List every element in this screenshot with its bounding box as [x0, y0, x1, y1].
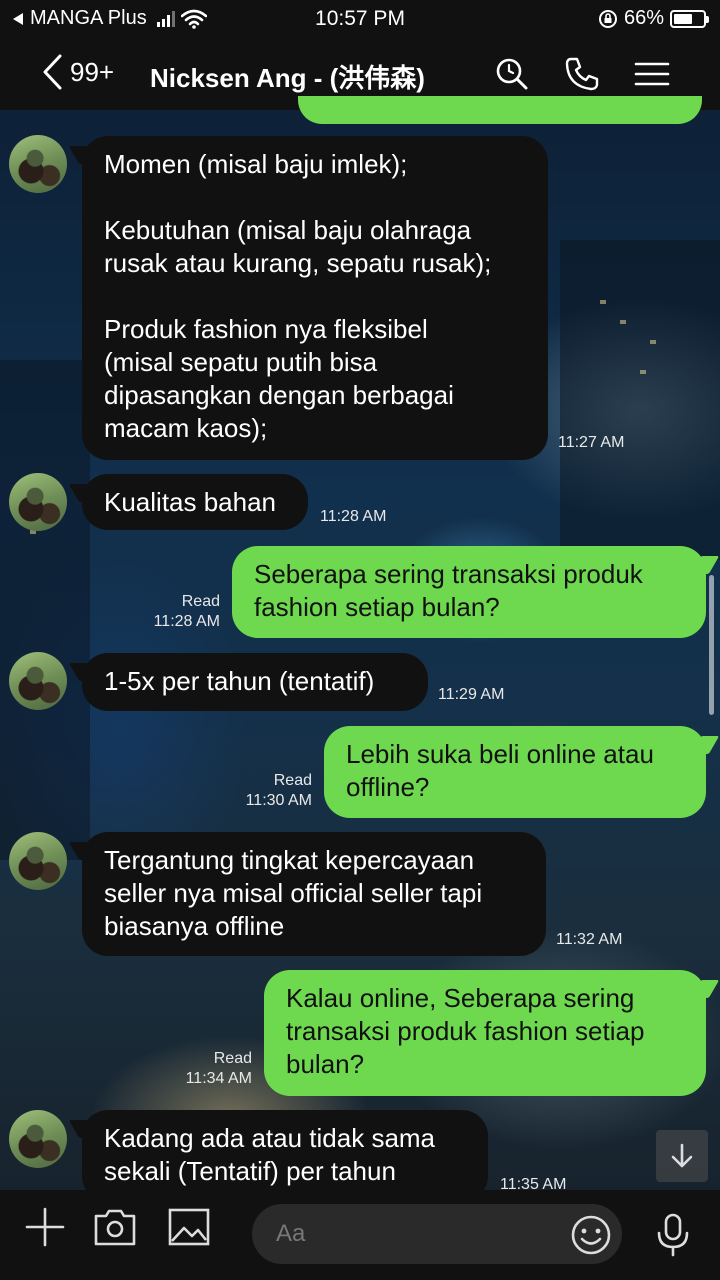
message-time: 11:34 AM — [185, 1070, 252, 1087]
avatar[interactable] — [9, 1110, 67, 1168]
menu-button[interactable] — [632, 54, 672, 94]
message-input[interactable]: Aa — [252, 1204, 622, 1264]
message-time: 11:32 AM — [556, 931, 623, 948]
add-button[interactable] — [22, 1204, 68, 1250]
chat-screen: MANGA Plus 10:57 PM 66% 99+ Nicksen Ang … — [0, 0, 720, 1280]
orientation-lock-icon — [598, 9, 617, 28]
search-button[interactable] — [492, 54, 532, 94]
status-bar: MANGA Plus 10:57 PM 66% — [0, 0, 720, 40]
call-button[interactable] — [562, 54, 602, 94]
message-meta: Read 11:34 AM — [152, 1049, 252, 1089]
outgoing-bubble[interactable]: Lebih suka beli online atau offline? — [324, 726, 706, 818]
incoming-bubble[interactable]: Tergantung tingkat kepercayaan seller ny… — [82, 832, 546, 956]
battery-fill — [674, 13, 693, 24]
read-receipt: Read — [181, 593, 220, 610]
read-receipt: Read — [273, 772, 312, 789]
battery-icon — [670, 9, 709, 28]
arrow-down-icon — [671, 1143, 693, 1168]
camera-button[interactable] — [92, 1204, 138, 1250]
avatar[interactable] — [9, 473, 67, 531]
camera-icon — [94, 1209, 136, 1246]
message-time: 11:28 AM — [320, 508, 387, 525]
chat-title[interactable]: Nicksen Ang - (洪伟森) — [150, 58, 425, 95]
battery-percent: 66% — [623, 7, 664, 29]
microphone-icon — [657, 1213, 689, 1257]
message-time: 11:29 AM — [438, 686, 505, 703]
message-time: 11:28 AM — [153, 613, 220, 630]
composer-bar: Aa — [0, 1190, 720, 1280]
phone-icon — [565, 57, 599, 91]
message-input-placeholder: Aa — [276, 1220, 306, 1247]
partial-outgoing-bubble[interactable] — [298, 96, 702, 124]
emoji-icon — [571, 1215, 611, 1255]
avatar[interactable] — [9, 135, 67, 193]
incoming-bubble[interactable]: Kualitas bahan — [82, 474, 308, 530]
message-time: 11:27 AM — [558, 434, 625, 451]
status-right: 66% — [598, 7, 709, 30]
back-button[interactable]: 99+ — [40, 52, 114, 92]
plus-icon — [25, 1207, 65, 1247]
emoji-button[interactable] — [568, 1212, 614, 1258]
message-meta: Read 11:28 AM — [120, 592, 220, 632]
message-meta: Read 11:30 AM — [212, 771, 312, 811]
scrollbar[interactable] — [709, 575, 714, 715]
gallery-button[interactable] — [166, 1204, 212, 1250]
avatar[interactable] — [9, 652, 67, 710]
incoming-bubble[interactable]: 1-5x per tahun (tentatif) — [82, 653, 428, 711]
voice-button[interactable] — [650, 1212, 696, 1258]
avatar[interactable] — [9, 832, 67, 890]
outgoing-bubble[interactable]: Kalau online, Seberapa sering transaksi … — [264, 970, 706, 1096]
incoming-bubble[interactable]: Momen (misal baju imlek); Kebutuhan (mis… — [82, 136, 548, 460]
unread-count: 99+ — [70, 56, 115, 87]
message-time: 11:30 AM — [245, 792, 312, 809]
menu-icon — [634, 62, 670, 86]
chevron-left-icon — [43, 54, 62, 90]
outgoing-bubble[interactable]: Seberapa sering transaksi produk fashion… — [232, 546, 706, 638]
search-icon — [496, 58, 528, 90]
scroll-to-bottom-button[interactable] — [656, 1130, 708, 1182]
read-receipt: Read — [213, 1050, 252, 1067]
image-icon — [168, 1208, 210, 1246]
incoming-bubble[interactable]: Kadang ada atau tidak sama sekali (Tenta… — [82, 1110, 488, 1202]
